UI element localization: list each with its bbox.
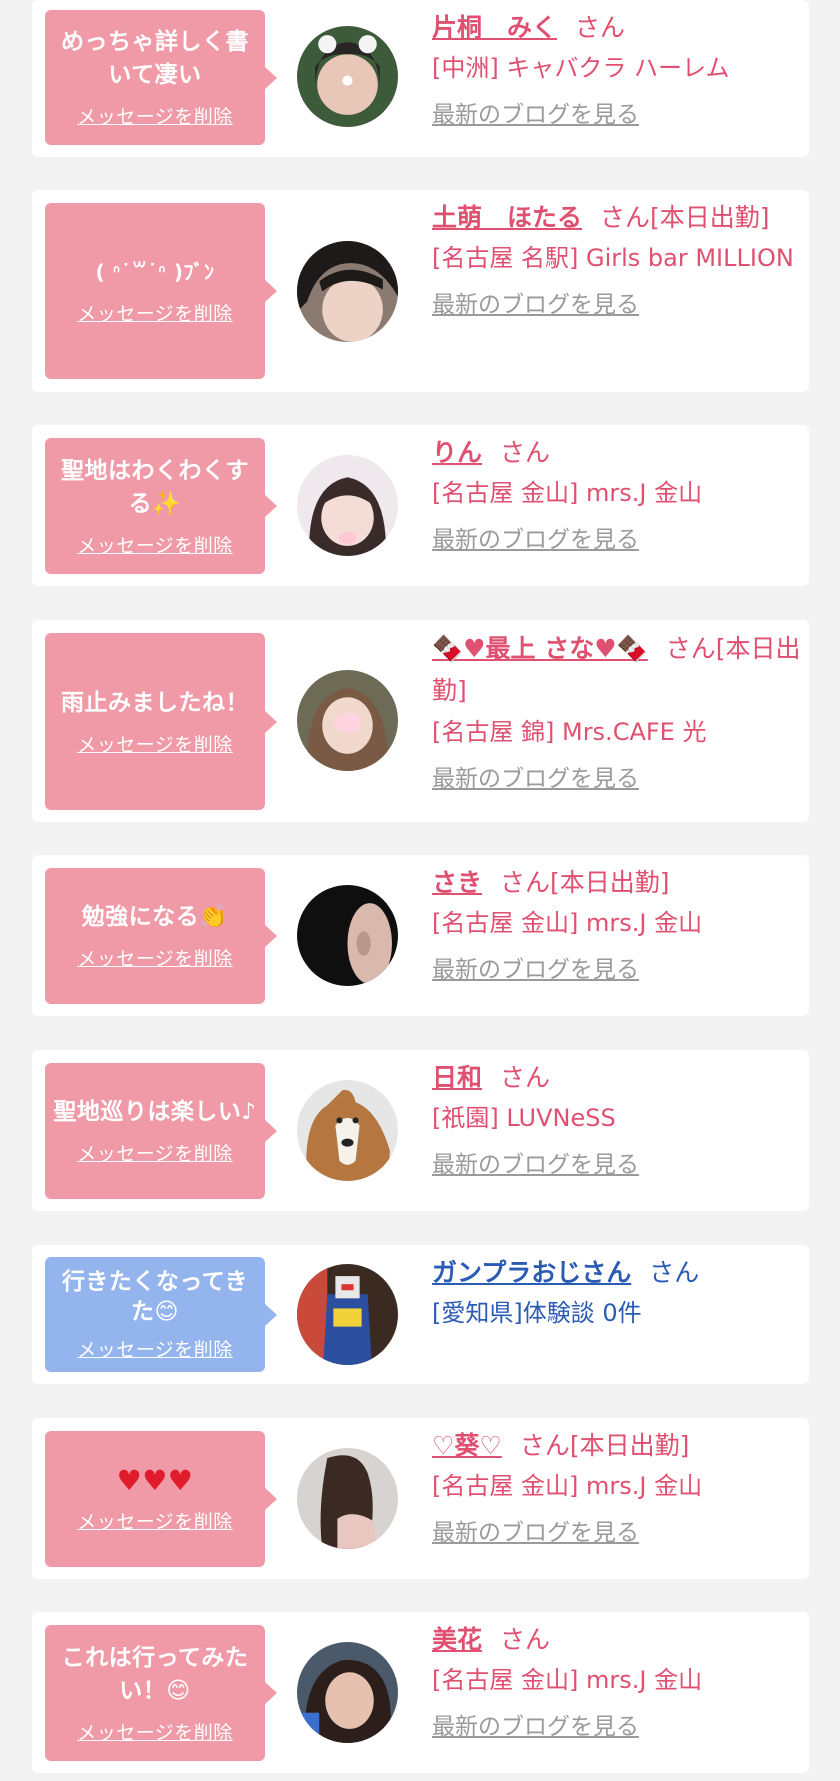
name-suffix: さん: [500, 1625, 551, 1654]
latest-blog-link[interactable]: 最新のブログを見る: [432, 290, 639, 320]
shop-name: [名古屋 錦] Mrs.CAFE 光: [432, 718, 707, 746]
latest-blog-link[interactable]: 最新のブログを見る: [432, 525, 639, 555]
avatar[interactable]: [297, 1080, 398, 1181]
delete-message-link[interactable]: メッセージを削除: [77, 299, 233, 326]
list-item: これは行ってみたい！😊 メッセージを削除 美花 さん [名古屋 金山] mrs.J…: [32, 1612, 809, 1773]
avatar[interactable]: [297, 241, 398, 342]
message-bubble: 行きたくなってきた😊 メッセージを削除: [45, 1257, 277, 1372]
delete-message-link[interactable]: メッセージを削除: [77, 531, 233, 558]
user-name-link[interactable]: ♡葵♡: [432, 1431, 502, 1460]
delete-message-link[interactable]: メッセージを削除: [77, 944, 233, 971]
list-item: ♥♥♥ メッセージを削除 ♡葵♡ さん[本日出勤] [名古屋 金山] mrs.J …: [32, 1418, 809, 1579]
message-text: 行きたくなってきた😊: [61, 1269, 249, 1325]
name-suffix: さん[本日出勤]: [519, 1431, 690, 1460]
shop-name: [名古屋 金山] mrs.J 金山: [432, 479, 703, 507]
shop-name: [愛知県]体験談 0件: [432, 1299, 642, 1327]
shop-name: [名古屋 金山] mrs.J 金山: [432, 1666, 703, 1694]
name-suffix: さん: [649, 1258, 700, 1287]
shop-name: [名古屋 金山] mrs.J 金山: [432, 1472, 703, 1500]
user-name-link[interactable]: ガンプラおじさん: [432, 1258, 631, 1287]
message-bubble: 聖地はわくわくする✨ メッセージを削除: [45, 438, 277, 574]
shop-name: [名古屋 名駅] Girls bar MILLION: [432, 244, 794, 272]
message-text: めっちゃ詳しく書いて凄い: [61, 29, 249, 88]
avatar[interactable]: [297, 455, 398, 556]
delete-message-link[interactable]: メッセージを削除: [77, 1718, 233, 1745]
message-text: ♥♥♥: [116, 1464, 194, 1497]
latest-blog-link[interactable]: 最新のブログを見る: [432, 1150, 639, 1180]
message-text: 雨止みましたね！: [61, 689, 249, 716]
message-bubble: めっちゃ詳しく書いて凄い メッセージを削除: [45, 10, 277, 145]
user-name-link[interactable]: 美花: [432, 1625, 482, 1654]
list-item: ( ᐢ˙꒳˙ᐢ )ﾌﾞﾝ メッセージを削除 土萌 ほたる さん[本日出勤] [名古…: [32, 190, 809, 392]
user-name-link[interactable]: 片桐 みく: [432, 13, 557, 42]
delete-message-link[interactable]: メッセージを削除: [77, 102, 233, 129]
list-item: 雨止みましたね！ メッセージを削除 🍫♥最上 さな♥🍫 さん[本日出勤] [名古屋…: [32, 620, 809, 822]
avatar[interactable]: [297, 885, 398, 986]
name-suffix: さん: [575, 13, 626, 42]
list-item: 聖地巡りは楽しい♪ メッセージを削除 日和 さん [祇園] LUVNeSS 最新の…: [32, 1050, 809, 1211]
name-suffix: さん[本日出勤]: [500, 868, 670, 897]
name-suffix: さん: [500, 1063, 551, 1092]
avatar[interactable]: [297, 1264, 398, 1365]
avatar[interactable]: [297, 1642, 398, 1743]
message-bubble: 雨止みましたね！ メッセージを削除: [45, 633, 277, 810]
delete-message-link[interactable]: メッセージを削除: [77, 1139, 233, 1166]
latest-blog-link[interactable]: 最新のブログを見る: [432, 955, 639, 985]
shop-name: [中洲] キャバクラ ハーレム: [432, 54, 730, 82]
message-bubble: 勉強になる👏 メッセージを削除: [45, 868, 277, 1004]
delete-message-link[interactable]: メッセージを削除: [77, 1335, 233, 1362]
list-item: 勉強になる👏 メッセージを削除 さき さん[本日出勤] [名古屋 金山] mrs.…: [32, 855, 809, 1016]
shop-name: [名古屋 金山] mrs.J 金山: [432, 909, 703, 937]
delete-message-link[interactable]: メッセージを削除: [77, 1507, 233, 1534]
message-text: ( ᐢ˙꒳˙ᐢ )ﾌﾞﾝ: [95, 260, 215, 284]
message-list: めっちゃ詳しく書いて凄い メッセージを削除 片桐 みく さん [中洲] キャバクラ…: [0, 0, 840, 1781]
message-bubble: ♥♥♥ メッセージを削除: [45, 1431, 277, 1567]
delete-message-link[interactable]: メッセージを削除: [77, 730, 233, 757]
user-name-link[interactable]: 日和: [432, 1063, 482, 1092]
message-text: 勉強になる👏: [81, 904, 229, 930]
avatar[interactable]: [297, 670, 398, 771]
name-suffix: さん[本日出勤]: [600, 203, 770, 232]
avatar[interactable]: [297, 26, 398, 127]
latest-blog-link[interactable]: 最新のブログを見る: [432, 1518, 639, 1548]
message-bubble: ( ᐢ˙꒳˙ᐢ )ﾌﾞﾝ メッセージを削除: [45, 203, 277, 379]
message-bubble: これは行ってみたい！😊 メッセージを削除: [45, 1625, 277, 1761]
message-text: これは行ってみたい！😊: [61, 1644, 249, 1704]
list-item: 行きたくなってきた😊 メッセージを削除 ガンプラおじさん さん [愛知県]体験談 …: [32, 1245, 809, 1384]
latest-blog-link[interactable]: 最新のブログを見る: [432, 764, 639, 794]
latest-blog-link[interactable]: 最新のブログを見る: [432, 1712, 639, 1742]
shop-name: [祇園] LUVNeSS: [432, 1104, 616, 1132]
avatar[interactable]: [297, 1448, 398, 1549]
user-name-link[interactable]: りん: [432, 438, 482, 467]
user-name-link[interactable]: 土萌 ほたる: [432, 203, 582, 232]
message-text: 聖地はわくわくする✨: [61, 457, 249, 517]
list-item: めっちゃ詳しく書いて凄い メッセージを削除 片桐 みく さん [中洲] キャバクラ…: [32, 0, 809, 157]
user-name-link[interactable]: さき: [432, 868, 482, 897]
message-text: 聖地巡りは楽しい♪: [53, 1099, 257, 1125]
user-name-link[interactable]: 🍫♥最上 さな♥🍫: [432, 634, 648, 663]
list-item: 聖地はわくわくする✨ メッセージを削除 りん さん [名古屋 金山] mrs.J …: [32, 425, 809, 586]
latest-blog-link[interactable]: 最新のブログを見る: [432, 100, 639, 130]
message-bubble: 聖地巡りは楽しい♪ メッセージを削除: [45, 1063, 277, 1199]
name-suffix: さん: [500, 438, 551, 467]
